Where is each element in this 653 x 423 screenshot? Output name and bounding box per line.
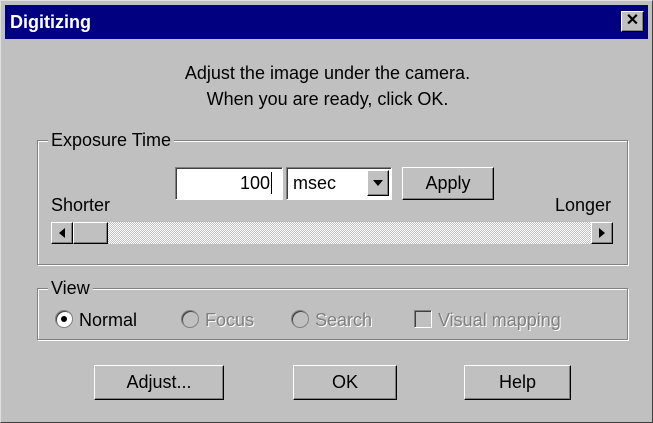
visual-mapping-label[interactable]: Visual mapping: [438, 310, 561, 331]
close-button[interactable]: ✕: [621, 11, 644, 32]
exposure-slider[interactable]: [51, 222, 613, 244]
scroll-right-button[interactable]: [591, 222, 613, 244]
close-icon: ✕: [625, 12, 640, 29]
exposure-value-text: 100: [239, 172, 272, 194]
window-title: Digitizing: [10, 12, 91, 32]
apply-button[interactable]: Apply: [402, 167, 494, 200]
chevron-down-icon: [373, 180, 383, 186]
adjust-button[interactable]: Adjust...: [94, 365, 224, 400]
slider-thumb[interactable]: [73, 222, 108, 244]
longer-label: Longer: [555, 195, 612, 215]
radio-search-label[interactable]: Search: [315, 310, 372, 331]
exposure-time-label: Exposure Time: [48, 129, 175, 151]
scroll-left-button[interactable]: [51, 222, 73, 244]
exposure-unit-select[interactable]: msec: [286, 167, 392, 200]
apply-button-label: Apply: [425, 173, 471, 193]
help-button[interactable]: Help: [464, 365, 571, 400]
title-bar[interactable]: Digitizing ✕: [5, 5, 648, 39]
instruction-line-2: When you are ready, click OK.: [206, 89, 449, 109]
help-button-label: Help: [498, 372, 537, 392]
arrow-right-icon: [599, 228, 605, 238]
radio-focus[interactable]: [181, 310, 199, 328]
exposure-value-field[interactable]: 100: [175, 167, 283, 200]
radio-search[interactable]: [291, 310, 309, 328]
radio-normal-dot: [61, 316, 67, 322]
slider-track[interactable]: [73, 222, 591, 244]
digitizing-dialog: Digitizing ✕ Adjust the image under the …: [0, 0, 653, 423]
instruction-line-1: Adjust the image under the camera.: [184, 63, 471, 83]
unit-dropdown-button[interactable]: [367, 170, 389, 196]
exposure-unit-value: msec: [293, 173, 337, 193]
radio-normal[interactable]: [55, 310, 73, 328]
adjust-button-label: Adjust...: [126, 372, 192, 392]
shorter-label: Shorter: [51, 195, 111, 215]
ok-button-label: OK: [331, 372, 358, 392]
arrow-left-icon: [59, 228, 65, 238]
radio-normal-label[interactable]: Normal: [79, 310, 137, 331]
visual-mapping-checkbox[interactable]: [414, 310, 432, 328]
ok-button[interactable]: OK: [293, 365, 397, 400]
view-label: View: [48, 277, 93, 299]
radio-focus-label[interactable]: Focus: [205, 310, 254, 331]
exposure-time-group: Exposure Time: [37, 129, 628, 265]
